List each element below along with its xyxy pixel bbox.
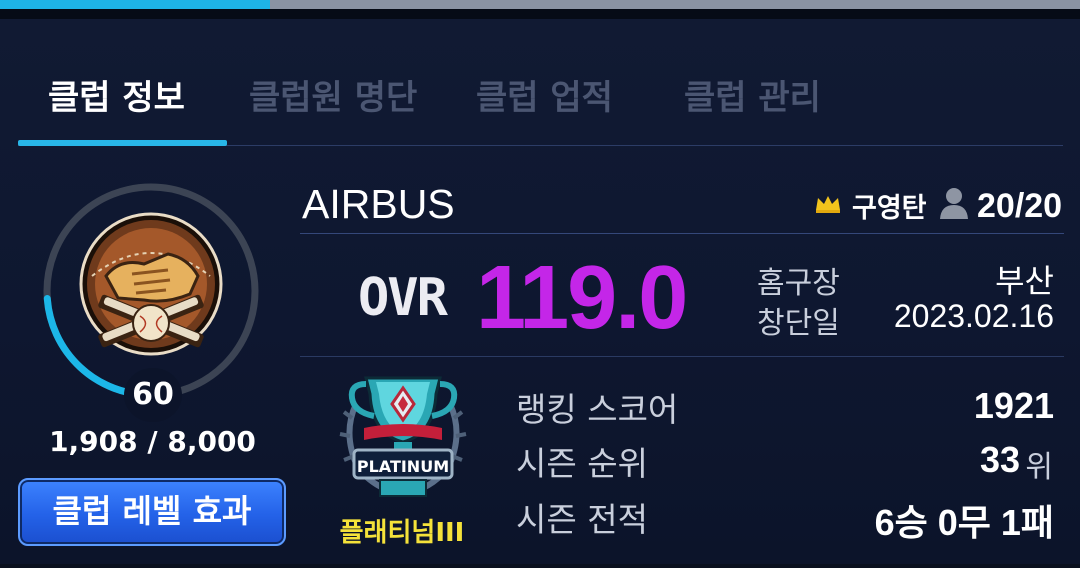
club-level-badge: 60 bbox=[124, 368, 182, 422]
season-rank-value: 33 bbox=[979, 439, 1020, 480]
founded-date-label: 창단일 bbox=[757, 306, 840, 341]
founded-date-value: 2023.02.16 bbox=[893, 298, 1054, 334]
club-owner-name: 구영탄 bbox=[852, 193, 927, 224]
ranking-score-label: 랭킹 스코어 bbox=[516, 390, 679, 429]
top-strip bbox=[0, 9, 1080, 19]
tab-bar: 클럽 정보 클럽원 명단 클럽 업적 클럽 관리 bbox=[18, 52, 1063, 146]
club-level-effect-button[interactable]: 클럽 레벨 효과 bbox=[18, 478, 286, 546]
tab-club-management[interactable]: 클럽 관리 bbox=[684, 70, 821, 119]
club-emblem-icon bbox=[79, 212, 223, 356]
home-stadium-value: 부산 bbox=[995, 263, 1054, 299]
active-tab-indicator bbox=[18, 140, 227, 146]
club-member-count: 20/20 bbox=[977, 187, 1063, 225]
tab-club-achievements[interactable]: 클럽 업적 bbox=[476, 70, 613, 119]
divider bbox=[300, 356, 1064, 357]
tier-name: 플래티넘III bbox=[339, 518, 465, 548]
home-stadium-label: 홈구장 bbox=[757, 266, 840, 301]
divider bbox=[300, 233, 1064, 234]
progress-bar-fill bbox=[0, 0, 270, 9]
club-xp-text: 1,908 / 8,000 bbox=[49, 425, 256, 458]
member-icon bbox=[940, 188, 968, 219]
ranking-score-value: 1921 bbox=[973, 385, 1054, 426]
ovr-value: 119.0 bbox=[476, 248, 688, 348]
tier-emblem-text: PLATINUM bbox=[357, 457, 449, 476]
season-rank-unit: 위 bbox=[1025, 450, 1053, 485]
crown-icon bbox=[816, 196, 840, 213]
season-rank-label: 시즌 순위 bbox=[516, 444, 648, 483]
club-name: AIRBUS bbox=[302, 181, 455, 227]
ovr-label: OVR bbox=[358, 268, 448, 328]
tab-club-info[interactable]: 클럽 정보 bbox=[48, 70, 185, 119]
bottom-strip bbox=[0, 564, 1080, 568]
progress-bar bbox=[0, 0, 1080, 9]
tier-emblem-icon: PLATINUM bbox=[339, 376, 467, 498]
season-record-value: 6승 0무 1패 bbox=[874, 502, 1054, 543]
season-record-label: 시즌 전적 bbox=[516, 500, 648, 539]
tab-club-members[interactable]: 클럽원 명단 bbox=[249, 70, 417, 119]
